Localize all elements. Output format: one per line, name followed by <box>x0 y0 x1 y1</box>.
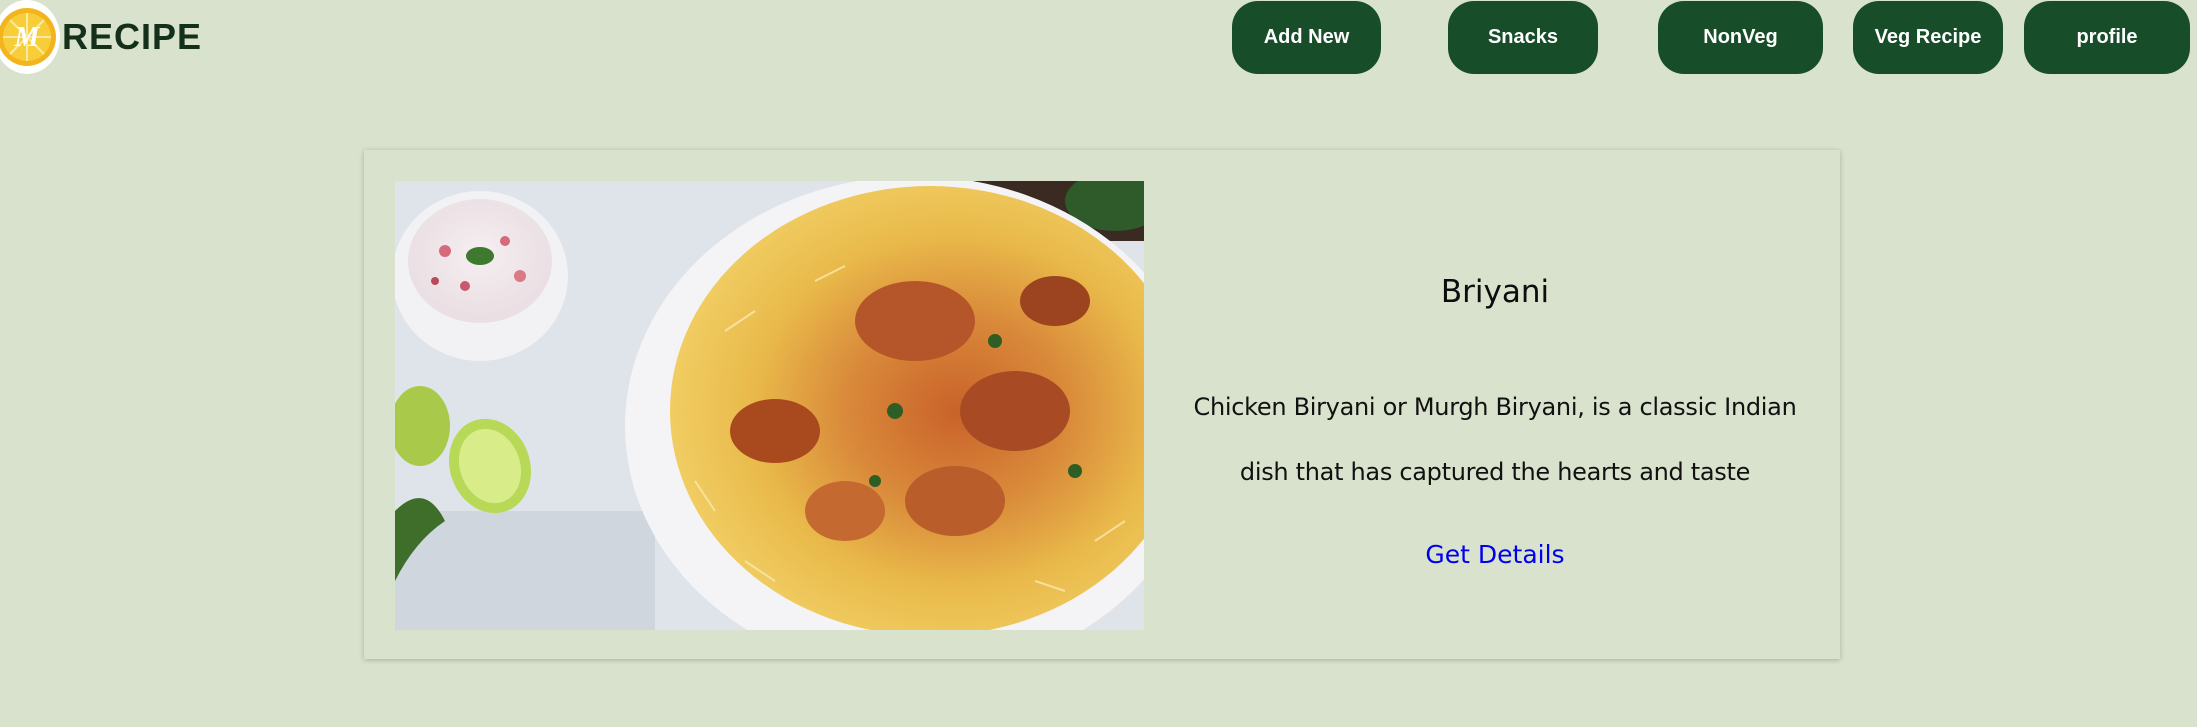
add-new-button[interactable]: Add New <box>1232 1 1381 74</box>
nonveg-button[interactable]: NonVeg <box>1658 1 1823 74</box>
biryani-image <box>395 181 1144 630</box>
snacks-button[interactable]: Snacks <box>1448 1 1598 74</box>
recipe-card: Briyani Chicken Biryani or Murgh Biryani… <box>364 150 1840 659</box>
brand-name: RECIPE <box>62 16 203 57</box>
recipe-card-content: Briyani Chicken Biryani or Murgh Biryani… <box>1160 150 1830 659</box>
veg-recipe-button[interactable]: Veg Recipe <box>1853 1 2003 74</box>
get-details-link[interactable]: Get Details <box>1160 540 1830 569</box>
recipe-description: Chicken Biryani or Murgh Biryani, is a c… <box>1193 393 1797 486</box>
orange-slice-logo-icon: M <box>0 8 56 66</box>
recipe-title: Briyani <box>1440 274 1550 310</box>
profile-button[interactable]: profile <box>2024 1 2190 74</box>
logo[interactable]: M <box>0 0 60 74</box>
logo-letter: M <box>14 22 41 53</box>
